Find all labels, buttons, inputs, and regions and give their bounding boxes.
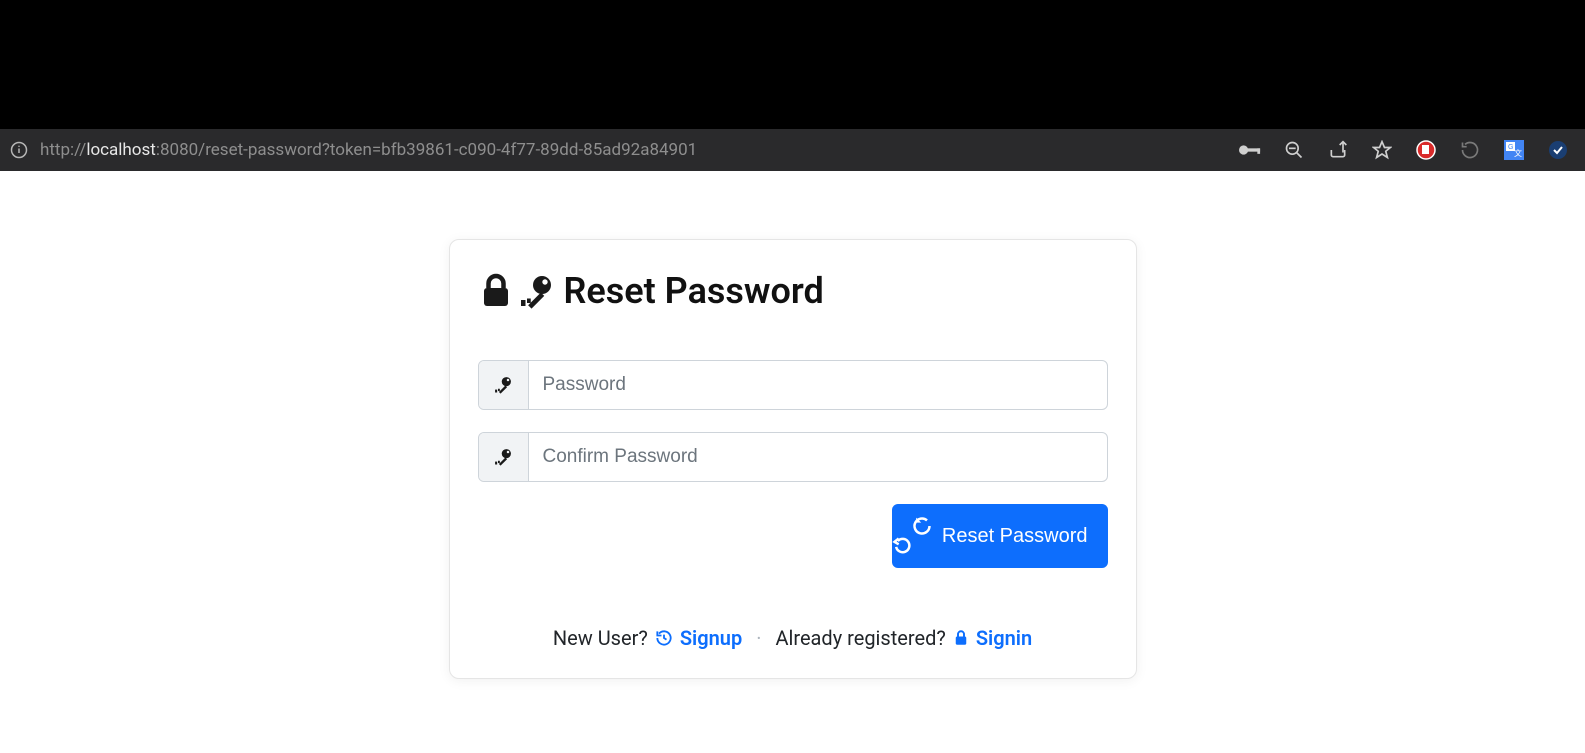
url-protocol: http:// (40, 140, 86, 160)
url-host: localhost (86, 140, 156, 160)
button-row: Reset Password (478, 504, 1108, 568)
svg-text:G: G (1508, 144, 1513, 151)
lock-icon (478, 273, 514, 309)
card-title-text: Reset Password (564, 270, 824, 312)
svg-text:文: 文 (1514, 148, 1522, 158)
signup-group: New User? Signup (553, 626, 742, 650)
browser-tab-area (0, 0, 1585, 129)
page-content: Reset Password (0, 171, 1585, 679)
signup-label: Signup (680, 626, 742, 650)
confirm-password-field[interactable] (529, 433, 1107, 481)
password-input-group (478, 360, 1108, 410)
zoom-icon[interactable] (1283, 139, 1305, 161)
address-bar: http://localhost:8080/reset-password?tok… (0, 129, 1585, 171)
key-icon (479, 361, 529, 409)
extension-refresh-icon[interactable] (1459, 139, 1481, 161)
extension-check-icon[interactable] (1547, 139, 1569, 161)
share-icon[interactable] (1327, 139, 1349, 161)
password-key-icon[interactable] (1239, 139, 1261, 161)
signup-link[interactable]: Signup (654, 626, 742, 650)
extension-translate-icon[interactable]: G 文 (1503, 139, 1525, 161)
key-icon (479, 433, 529, 481)
bookmark-star-icon[interactable] (1371, 139, 1393, 161)
key-icon (518, 273, 554, 309)
history-icon (654, 628, 674, 648)
already-registered-label: Already registered? (775, 626, 945, 650)
reset-button-label: Reset Password (942, 525, 1088, 548)
lock-icon (952, 629, 970, 647)
signin-link[interactable]: Signin (952, 626, 1032, 650)
footer-separator: · (756, 626, 761, 650)
url-text[interactable]: http://localhost:8080/reset-password?tok… (40, 140, 1229, 160)
extension-adblock-icon[interactable] (1415, 139, 1437, 161)
address-bar-actions: G 文 (1239, 139, 1577, 161)
confirm-password-input-group (478, 432, 1108, 482)
signin-label: Signin (976, 626, 1032, 650)
reset-password-card: Reset Password (449, 239, 1137, 679)
url-path: :8080/reset-password?token=bfb39861-c090… (156, 140, 697, 160)
reset-password-button[interactable]: Reset Password (892, 504, 1108, 568)
card-title: Reset Password (478, 270, 1108, 312)
undo-icon (912, 516, 932, 556)
new-user-label: New User? (553, 626, 648, 650)
footer-links: New User? Signup · Already registered? (478, 626, 1108, 650)
password-field[interactable] (529, 361, 1107, 409)
signin-group: Already registered? Signin (775, 626, 1032, 650)
site-info-icon[interactable] (8, 139, 30, 161)
